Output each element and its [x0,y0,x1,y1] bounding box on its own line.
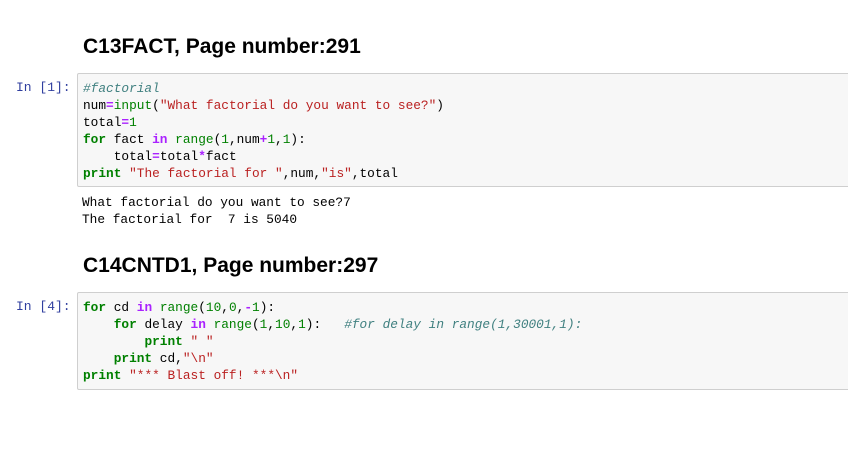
code-token: 10 [205,300,222,315]
code-token: total [159,149,199,164]
code-token: = [152,149,160,164]
code-token: total [83,115,122,130]
code-token: fact [205,149,237,164]
code-token: ) [436,98,444,113]
code-line: total=1 [83,115,137,130]
code-token: for [83,300,107,315]
code-token: for [83,132,107,147]
code-line: for cd in range(10,0,-1): [83,300,275,315]
code-token: ): [290,132,306,147]
code-token: #for delay in range(1,30001,1): [344,317,583,332]
code-line: total=total*fact [83,149,237,164]
code-token: , [267,317,276,332]
code-token: cd [106,300,137,315]
code-token: ): [259,300,276,315]
code-token: cd, [152,351,183,366]
code-line: for delay in range(1,10,1): #for delay i… [83,317,583,332]
code-token: "is" [321,166,352,181]
code-editor[interactable]: #factorial num=input("What factorial do … [78,74,848,182]
code-token: print [113,351,153,366]
code-token: total [83,149,153,164]
code-token: print [83,166,122,181]
code-token: ): [305,317,345,332]
code-token: "\n" [182,351,214,366]
code-token: in [190,317,206,332]
code-token: * [198,149,206,164]
code-line: #factorial [83,81,160,96]
code-token: delay [136,317,191,332]
code-token: - [244,300,253,315]
section-heading-c13fact: C13FACT, Page number:291 [83,35,361,58]
code-token: ( [198,300,206,315]
code-token: range [159,300,199,315]
code-token: 0 [228,300,237,315]
code-token: 10 [275,317,291,332]
code-token: = [106,98,114,113]
code-token: in [152,132,168,147]
code-token: #factorial [83,81,160,96]
code-line: num=input("What factorial do you want to… [83,98,444,113]
code-token: , [290,317,299,332]
section-heading-c14cntd1: C14CNTD1, Page number:297 [83,254,379,277]
code-line: print "*** Blast off! ***\n" [83,368,298,383]
code-token: range [175,132,214,147]
code-token: "The factorial for " [129,166,283,181]
code-token: num [83,98,107,113]
code-token: "What factorial do you want to see?" [159,98,437,113]
code-token: print [83,368,122,383]
code-token: " " [190,334,214,349]
code-token: = [121,115,130,130]
code-line: for fact in range(1,num+1,1): [83,132,306,147]
code-token: ,num [228,132,260,147]
code-editor[interactable]: for cd in range(10,0,-1): for delay in r… [78,293,848,384]
code-line: print "The factorial for ",num,"is",tota… [83,166,398,181]
cell-output: What factorial do you want to see?7 The … [82,194,351,228]
input-prompt: In [1]: [16,80,71,95]
code-token: , [221,300,229,315]
code-line: print " " [83,334,214,349]
code-token: ( [251,317,260,332]
code-token: 1 [129,115,137,130]
code-token: , [275,132,283,147]
code-token: 1 [298,317,306,332]
output-line: What factorial do you want to see?7 [82,195,351,210]
code-token: input [113,98,153,113]
code-token: for [113,317,137,332]
code-cell[interactable]: for cd in range(10,0,-1): for delay in r… [77,292,848,390]
code-token: 1 [252,300,260,315]
output-line: The factorial for 7 is 5040 [82,212,298,227]
input-prompt: In [4]: [16,299,71,314]
code-cell[interactable]: #factorial num=input("What factorial do … [77,73,848,187]
code-token: 1 [221,132,229,147]
code-token: 1 [267,132,276,147]
code-token: ( [152,98,160,113]
code-token: print [144,334,183,349]
code-token: ,total [351,166,398,181]
code-token: range [213,317,252,332]
code-token: "*** Blast off! ***\n" [129,368,299,383]
code-token: fact [106,132,153,147]
code-token: ,num, [282,166,322,181]
code-line: print cd,"\n" [83,351,214,366]
code-token: in [136,300,153,315]
